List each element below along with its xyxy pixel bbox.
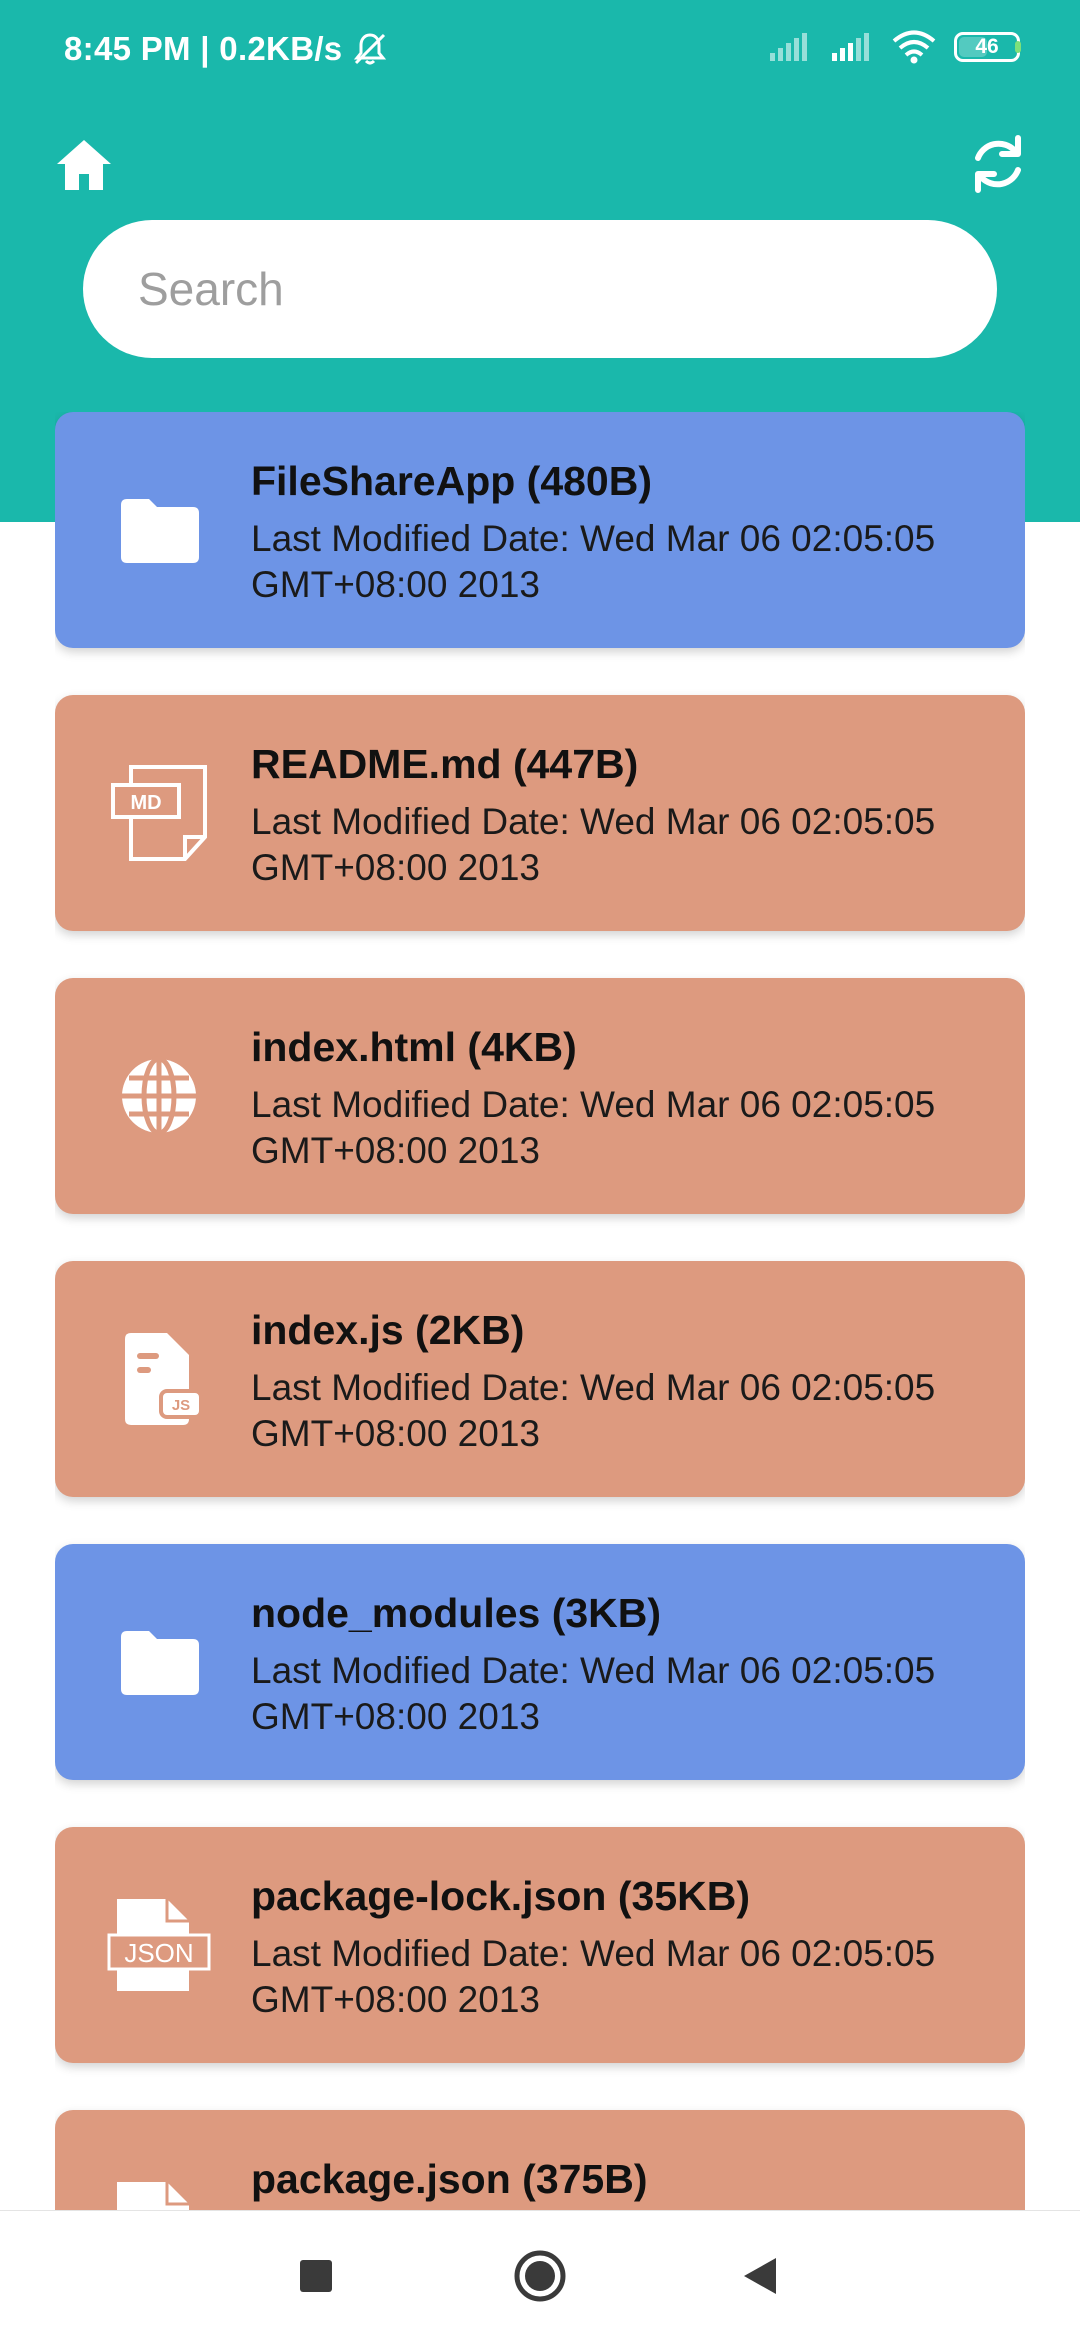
- globe-icon: [122, 1056, 196, 1136]
- list-item[interactable]: index.html (4KB) Last Modified Date: Wed…: [55, 978, 1025, 1214]
- navigation-bar: [0, 2210, 1080, 2340]
- file-name: index.html (4KB): [251, 1024, 577, 1070]
- file-list: FileShareApp (480B) Last Modified Date: …: [55, 412, 1025, 2210]
- status-bar: 8:45 PM | 0.2KB/s 46: [0, 0, 1080, 104]
- folder-icon: [121, 499, 199, 563]
- list-item[interactable]: JSON package-lock.json (35KB) Last Modif…: [55, 1827, 1025, 2063]
- recents-icon: [300, 2260, 332, 2292]
- json-file-icon: JSON: [107, 1899, 211, 1991]
- file-modified-date: Last Modified Date: Wed Mar 06 02:05:05 …: [251, 1933, 936, 2020]
- file-modified-date: Last Modified Date: Wed Mar 06 02:05:05 …: [251, 1367, 936, 1454]
- battery-level: 46: [975, 35, 999, 58]
- recents-button[interactable]: [256, 2211, 376, 2340]
- file-name: package-lock.json (35KB): [251, 1873, 750, 1919]
- file-name: node_modules (3KB): [251, 1590, 662, 1636]
- list-item[interactable]: JS index.js (2KB) Last Modified Date: We…: [55, 1261, 1025, 1497]
- file-modified-date: Last Modified Date: Wed Mar 06 02:05:05 …: [251, 518, 936, 605]
- refresh-icon: [975, 135, 1021, 193]
- back-button[interactable]: [700, 2211, 820, 2340]
- home-button[interactable]: [54, 136, 114, 194]
- signal-icon: [770, 33, 807, 61]
- file-name: index.js (2KB): [251, 1307, 525, 1353]
- js-file-icon: JS: [125, 1333, 203, 1425]
- search-bar[interactable]: [83, 220, 997, 358]
- file-name: FileShareApp (480B): [251, 458, 652, 504]
- list-item[interactable]: package.json (375B): [55, 2110, 1025, 2210]
- home-icon: [57, 140, 111, 190]
- svg-text:JS: JS: [172, 1397, 190, 1414]
- folder-icon: [121, 1631, 199, 1695]
- status-right: 46: [768, 30, 1021, 64]
- svg-text:JSON: JSON: [124, 1938, 193, 1968]
- file-modified-date: Last Modified Date: Wed Mar 06 02:05:05 …: [251, 1650, 936, 1737]
- file-name: package.json (375B): [251, 2156, 648, 2202]
- signal-icon: [832, 33, 869, 61]
- back-icon: [744, 2258, 776, 2294]
- mute-bell-icon: [354, 33, 387, 65]
- search-input[interactable]: [138, 262, 997, 316]
- file-name: README.md (447B): [251, 741, 639, 787]
- status-left: 8:45 PM | 0.2KB/s: [64, 30, 388, 68]
- file-modified-date: Last Modified Date: Wed Mar 06 02:05:05 …: [251, 1084, 936, 1171]
- nav-home-icon: [514, 2250, 566, 2302]
- refresh-button[interactable]: [966, 132, 1030, 196]
- status-time-speed: 8:45 PM | 0.2KB/s: [64, 30, 343, 67]
- json-file-icon: [117, 2182, 189, 2210]
- file-modified-date: Last Modified Date: Wed Mar 06 02:05:05 …: [251, 801, 936, 888]
- md-file-icon: MD: [111, 765, 207, 861]
- battery-indicator: 46: [954, 32, 1021, 62]
- list-item[interactable]: node_modules (3KB) Last Modified Date: W…: [55, 1544, 1025, 1780]
- list-item[interactable]: FileShareApp (480B) Last Modified Date: …: [55, 412, 1025, 648]
- wifi-icon: [892, 30, 936, 64]
- nav-home-button[interactable]: [480, 2211, 600, 2340]
- svg-text:MD: MD: [130, 792, 161, 814]
- list-item[interactable]: MD README.md (447B) Last Modified Date: …: [55, 695, 1025, 931]
